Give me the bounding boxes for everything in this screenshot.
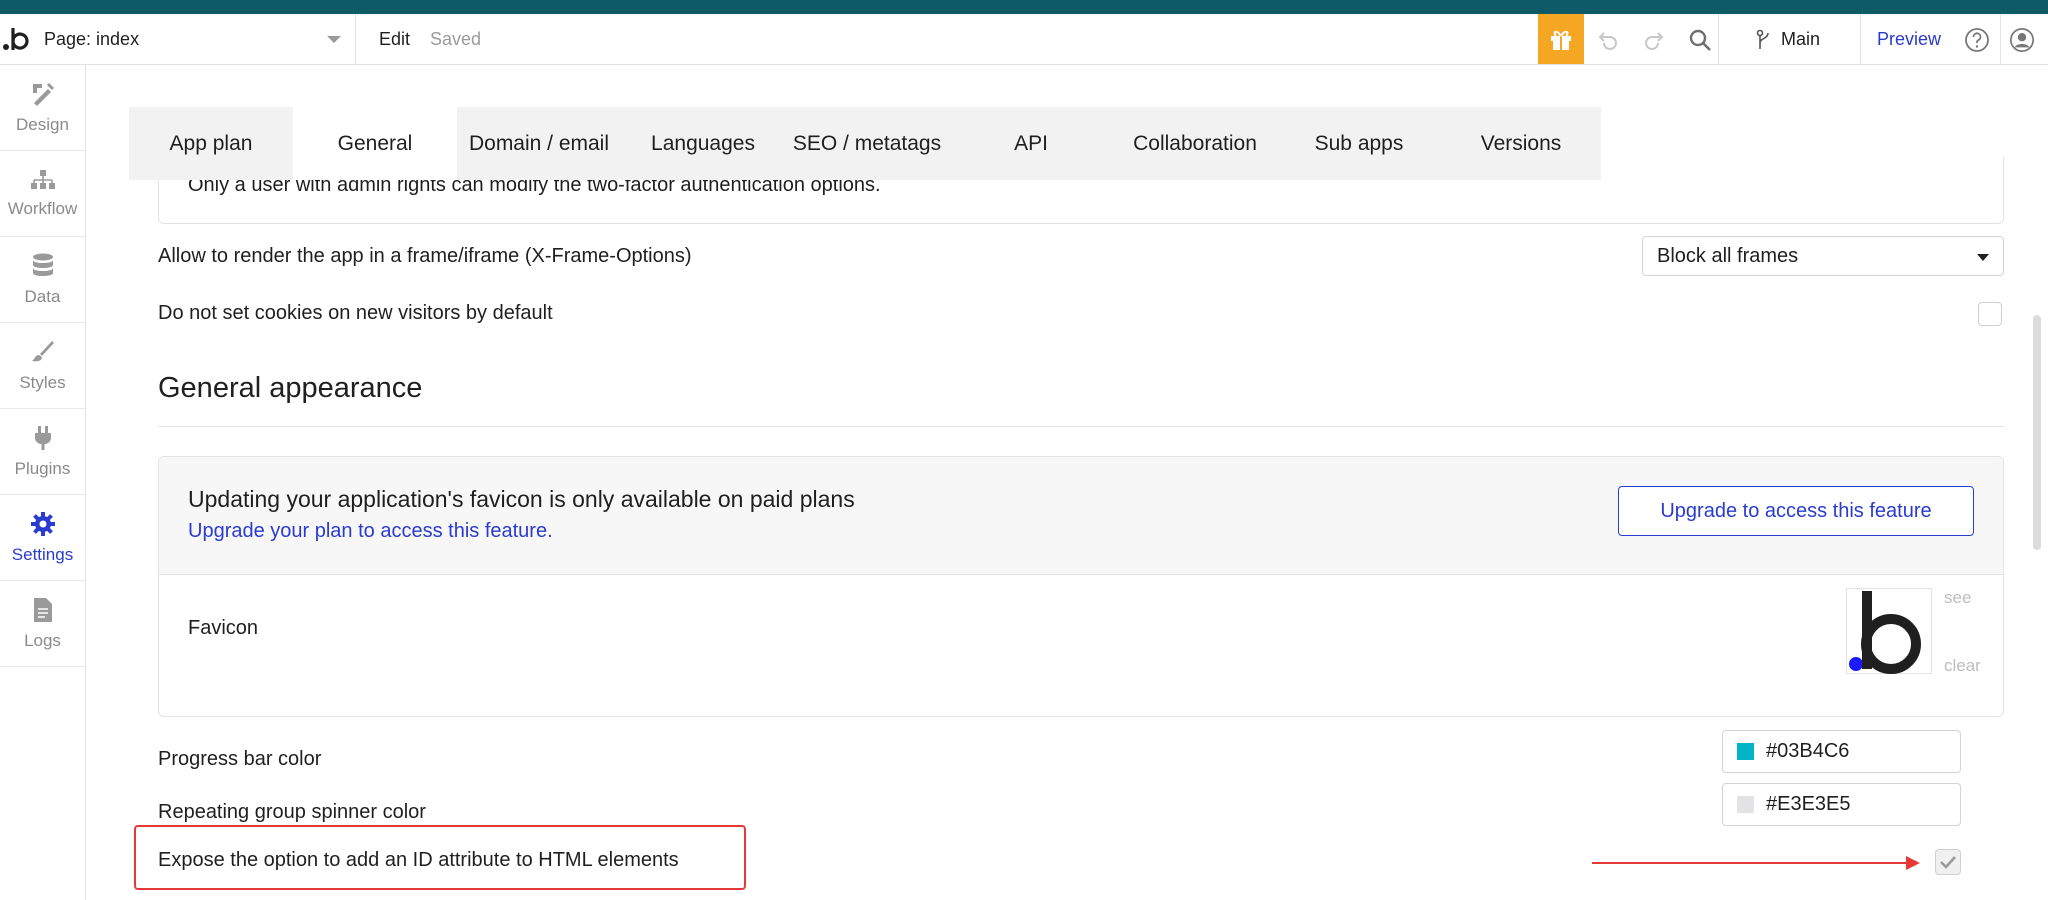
preview-link[interactable]: Preview — [1877, 29, 1941, 50]
brush-icon — [31, 340, 54, 361]
sidebar-item-styles[interactable]: Styles — [0, 323, 85, 409]
chevron-down-icon — [327, 36, 341, 43]
gift-button[interactable] — [1538, 14, 1584, 64]
sidebar-item-label: Data — [24, 286, 61, 306]
tab-api[interactable]: API — [949, 107, 1113, 180]
color-swatch — [1737, 743, 1754, 760]
favicon-preview[interactable] — [1846, 588, 1932, 674]
save-status: Saved — [430, 29, 482, 49]
search-icon[interactable] — [1687, 27, 1713, 53]
undo-icon[interactable] — [1595, 27, 1621, 53]
left-sidebar: Design Workflow Data Styles Plugins Sett… — [0, 65, 86, 900]
tab-languages[interactable]: Languages — [621, 107, 785, 180]
account-icon[interactable] — [2009, 27, 2035, 53]
sidebar-item-settings[interactable]: Settings — [0, 495, 85, 581]
favicon-panel: Updating your application's favicon is o… — [158, 456, 2004, 717]
branch-icon — [1756, 29, 1769, 49]
sidebar-item-label: Workflow — [7, 198, 78, 218]
tab-sub-apps[interactable]: Sub apps — [1277, 107, 1441, 180]
color-swatch — [1737, 796, 1754, 813]
favicon-notice-title: Updating your application's favicon is o… — [188, 486, 855, 512]
favicon-see-link[interactable]: see — [1944, 588, 1971, 608]
top-accent-strip — [0, 0, 2048, 14]
bubble-logo-icon — [1849, 591, 1921, 674]
favicon-upgrade-notice: Updating your application's favicon is o… — [159, 457, 2003, 575]
chevron-down-icon — [1977, 254, 1989, 261]
page-selector-label: Page: index — [44, 29, 140, 49]
tab-domain-email[interactable]: Domain / email — [457, 107, 621, 180]
annotation-highlight-box — [134, 825, 746, 890]
sidebar-item-label: Settings — [11, 544, 74, 564]
section-divider — [158, 426, 2004, 427]
spinner-color-input[interactable]: #E3E3E5 — [1722, 783, 1961, 826]
help-icon[interactable] — [1964, 27, 1990, 53]
sidebar-item-data[interactable]: Data — [0, 237, 85, 323]
sidebar-item-label: Plugins — [14, 458, 71, 478]
frame-option-value: Block all frames — [1657, 244, 1799, 267]
database-icon — [32, 253, 53, 276]
tab-app-plan[interactable]: App plan — [129, 107, 293, 180]
frame-option-label: Allow to render the app in a frame/ifram… — [158, 245, 692, 267]
sidebar-item-label: Styles — [19, 372, 66, 392]
settings-tabs: App plan General Domain / email Language… — [129, 107, 1601, 180]
top-toolbar: Page: index Edit Saved Main Preview — [0, 14, 2048, 65]
document-icon — [33, 597, 52, 622]
branch-label: Main — [1781, 29, 1821, 49]
gift-icon — [1551, 30, 1571, 50]
progress-bar-color-label: Progress bar color — [158, 748, 322, 770]
scrollbar-thumb[interactable] — [2033, 315, 2041, 550]
sidebar-item-design[interactable]: Design — [0, 65, 85, 151]
redo-icon[interactable] — [1641, 27, 1667, 53]
sidebar-item-label: Design — [16, 114, 69, 134]
favicon-label: Favicon — [188, 617, 259, 639]
expose-id-checkbox[interactable] — [1935, 849, 1961, 875]
sidebar-item-label: Logs — [24, 630, 61, 650]
favicon-clear-link[interactable]: clear — [1944, 656, 1981, 676]
spinner-color-value: #E3E3E5 — [1766, 793, 1851, 815]
workflow-icon — [30, 169, 55, 189]
tab-general[interactable]: General — [293, 107, 457, 180]
page-selector[interactable]: Page: index — [36, 14, 356, 65]
edit-menu[interactable]: Edit — [379, 29, 410, 50]
upgrade-plan-link[interactable]: Upgrade your plan to access this feature… — [188, 520, 553, 543]
tab-seo-metatags[interactable]: SEO / metatags — [785, 107, 949, 180]
annotation-arrow-head — [1906, 856, 1920, 870]
tab-versions[interactable]: Versions — [1441, 107, 1601, 180]
cookies-label: Do not set cookies on new visitors by de… — [158, 302, 553, 324]
frame-option-dropdown[interactable]: Block all frames — [1642, 236, 2004, 276]
spinner-color-label: Repeating group spinner color — [158, 801, 426, 823]
section-title-general-appearance: General appearance — [158, 372, 423, 404]
progress-bar-color-input[interactable]: #03B4C6 — [1722, 730, 1961, 773]
sidebar-item-plugins[interactable]: Plugins — [0, 409, 85, 495]
main-scrollbar[interactable] — [2030, 65, 2048, 900]
gear-icon — [30, 511, 55, 536]
design-icon — [32, 82, 54, 106]
tab-collaboration[interactable]: Collaboration — [1113, 107, 1277, 180]
sidebar-item-logs[interactable]: Logs — [0, 581, 85, 667]
plug-icon — [34, 425, 51, 450]
progress-bar-color-value: #03B4C6 — [1766, 740, 1850, 762]
sidebar-item-workflow[interactable]: Workflow — [0, 151, 85, 237]
bubble-logo[interactable] — [0, 14, 36, 65]
checkmark-icon — [1940, 856, 1956, 869]
annotation-arrow — [1592, 862, 1908, 864]
upgrade-feature-button[interactable]: Upgrade to access this feature — [1618, 486, 1974, 536]
branch-selector[interactable]: Main — [1755, 14, 1820, 65]
cookies-checkbox[interactable] — [1978, 302, 2002, 326]
